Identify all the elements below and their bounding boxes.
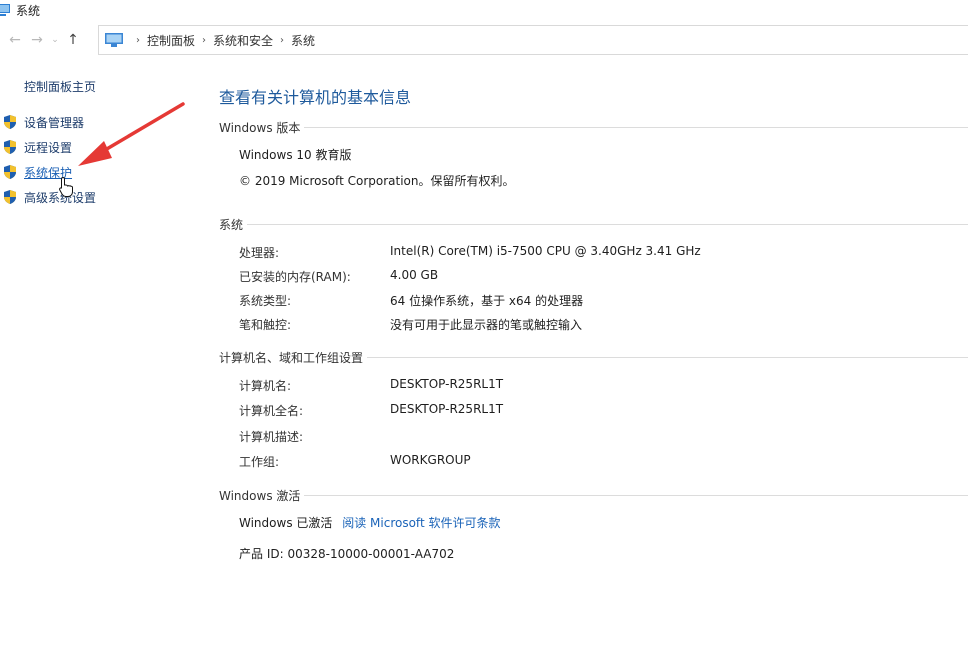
breadcrumb-separator: › [136, 34, 140, 46]
section-windows-edition: Windows 版本 [219, 119, 968, 135]
section-title: 系统 [219, 217, 244, 232]
sidebar-item-advanced-settings[interactable]: 高级系统设置 [2, 187, 96, 207]
ram-value: 4.00 GB [390, 268, 439, 282]
section-divider [367, 356, 968, 358]
section-divider [304, 126, 968, 128]
section-title: Windows 激活 [219, 488, 301, 503]
control-panel-icon [105, 33, 123, 47]
system-type-value: 64 位操作系统，基于 x64 的处理器 [390, 294, 584, 308]
section-system: 系统 [219, 216, 968, 232]
control-panel-home-link[interactable]: 控制面板主页 [24, 78, 96, 95]
breadcrumb-control-panel[interactable]: 控制面板 [147, 32, 195, 49]
workgroup-label: 工作组: [239, 455, 280, 469]
full-computer-name-label: 计算机全名: [239, 404, 304, 418]
sidebar-item-label: 远程设置 [24, 140, 73, 155]
uac-shield-icon [4, 190, 16, 204]
product-id: 产品 ID: 00328-10000-00001-AA702 [239, 547, 455, 561]
pen-touch-label: 笔和触控: [239, 318, 292, 332]
pen-touch-value: 没有可用于此显示器的笔或触控输入 [390, 318, 583, 332]
breadcrumb-separator: › [280, 34, 285, 46]
breadcrumb[interactable]: › 控制面板 › 系统和安全 › 系统 [98, 25, 968, 55]
copyright-text: © 2019 Microsoft Corporation。保留所有权利。 [239, 174, 515, 188]
edition-name: Windows 10 教育版 [239, 148, 352, 162]
full-computer-name-value: DESKTOP-R25RL1T [390, 402, 504, 416]
address-bar: ← → ⌄ ↑ › 控制面板 › 系统和安全 › 系统 [0, 22, 968, 58]
license-terms-link[interactable]: 阅读 Microsoft 软件许可条款 [342, 516, 500, 530]
sidebar-item-remote-settings[interactable]: 远程设置 [2, 137, 72, 157]
system-window-icon [0, 4, 10, 16]
title-bar: 系统 [0, 0, 968, 20]
sidebar-item-device-manager[interactable]: 设备管理器 [2, 112, 84, 132]
up-button[interactable]: ↑ [62, 29, 84, 51]
sidebar-item-label: 设备管理器 [24, 115, 85, 130]
breadcrumb-separator: › [202, 34, 207, 46]
computer-name-label: 计算机名: [239, 379, 292, 393]
back-button[interactable]: ← [4, 29, 26, 51]
window-title: 系统 [16, 3, 41, 18]
section-windows-activation: Windows 激活 [219, 487, 968, 503]
page-title: 查看有关计算机的基本信息 [219, 88, 412, 107]
activation-row: Windows 已激活 阅读 Microsoft 软件许可条款 [239, 514, 500, 531]
ram-label: 已安装的内存(RAM): [239, 270, 351, 284]
processor-value: Intel(R) Core(TM) i5-7500 CPU @ 3.40GHz … [390, 244, 701, 258]
uac-shield-icon [4, 165, 16, 179]
hand-cursor-icon [59, 176, 73, 197]
section-divider [304, 494, 968, 496]
processor-label: 处理器: [239, 246, 280, 260]
section-computer-name: 计算机名、域和工作组设置 [219, 349, 968, 365]
breadcrumb-system-security[interactable]: 系统和安全 [213, 32, 273, 49]
uac-shield-icon [4, 140, 16, 154]
section-title: Windows 版本 [219, 120, 301, 135]
computer-name-value: DESKTOP-R25RL1T [390, 377, 504, 391]
forward-button[interactable]: → [26, 29, 48, 51]
computer-description-label: 计算机描述: [239, 430, 304, 444]
system-type-label: 系统类型: [239, 294, 292, 308]
section-divider [247, 223, 968, 225]
recent-locations-button[interactable]: ⌄ [48, 29, 62, 51]
activation-status: Windows 已激活 [239, 516, 333, 530]
workgroup-value: WORKGROUP [390, 453, 471, 467]
uac-shield-icon [4, 115, 16, 129]
section-title: 计算机名、域和工作组设置 [219, 350, 364, 365]
breadcrumb-system[interactable]: 系统 [291, 32, 315, 49]
